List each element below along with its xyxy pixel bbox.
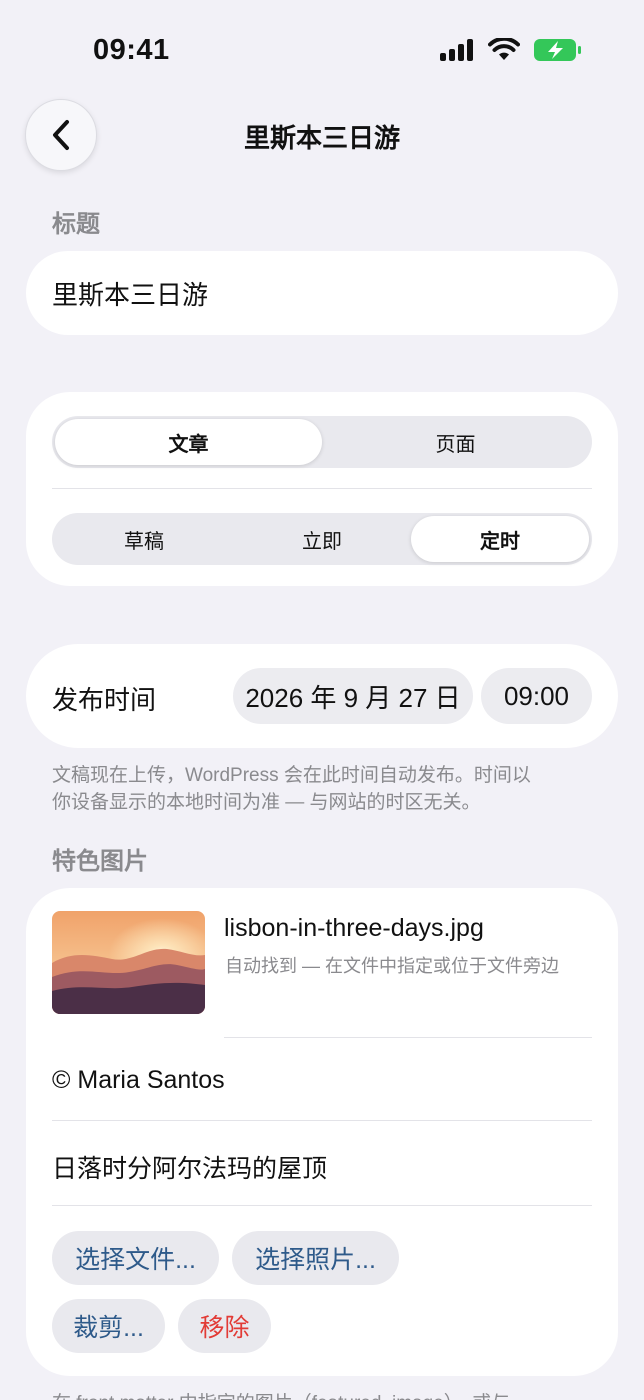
signal-icon	[440, 39, 473, 61]
screen: 09:41 里斯本三日游 标题 里斯本三日游 文章 页面 草稿 立即 定时 发布…	[0, 0, 644, 1400]
time-picker[interactable]: 09:00	[481, 668, 592, 724]
featured-image-card: lisbon-in-three-days.jpg 自动找到 — 在文件中指定或位…	[26, 888, 618, 1376]
status-time: 09:41	[93, 34, 170, 66]
divider	[52, 1205, 592, 1206]
wifi-icon	[488, 38, 520, 60]
title-section-label: 标题	[52, 211, 100, 238]
post-options-card: 文章 页面 草稿 立即 定时	[26, 392, 618, 586]
featured-image-footer-note: 在 front matter 中指定的图片（featured_image），或与	[52, 1388, 510, 1400]
divider	[224, 1037, 592, 1038]
divider	[52, 488, 592, 489]
page-title: 里斯本三日游	[243, 123, 400, 153]
segment-scheduled[interactable]: 定时	[411, 516, 589, 562]
remove-button[interactable]: 移除	[178, 1299, 271, 1353]
featured-image-thumbnail	[52, 911, 205, 1014]
title-field[interactable]: 里斯本三日游	[26, 251, 618, 335]
publish-time-card: 发布时间 2026 年 9 月 27 日 09:00	[26, 644, 618, 748]
choose-file-button[interactable]: 选择文件...	[52, 1231, 219, 1285]
status-icons	[440, 38, 582, 62]
image-credit-field[interactable]: © Maria Santos	[52, 1066, 225, 1095]
publish-note: 文稿现在上传，WordPress 会在此时间自动发布。时间以 你设备显示的本地时…	[52, 762, 592, 816]
featured-image-file-source: 自动找到 — 在文件中指定或位于文件旁边	[225, 956, 560, 976]
featured-image-file-name: lisbon-in-three-days.jpg	[224, 914, 484, 942]
segment-now[interactable]: 立即	[233, 516, 411, 562]
segment-page[interactable]: 页面	[322, 419, 589, 465]
title-field-value: 里斯本三日游	[52, 279, 209, 310]
battery-charging-icon	[534, 39, 581, 61]
featured-image-section-label: 特色图片	[52, 848, 148, 875]
divider	[52, 1120, 592, 1121]
publish-note-line1: 文稿现在上传，WordPress 会在此时间自动发布。时间以	[52, 765, 531, 786]
segment-post[interactable]: 文章	[55, 419, 322, 465]
publish-status-segmented-control: 草稿 立即 定时	[52, 513, 592, 565]
publish-note-line2: 你设备显示的本地时间为准 — 与网站的时区无关。	[52, 792, 481, 813]
post-type-segmented-control: 文章 页面	[52, 416, 592, 468]
crop-button[interactable]: 裁剪...	[52, 1299, 165, 1353]
segment-draft[interactable]: 草稿	[55, 516, 233, 562]
date-picker[interactable]: 2026 年 9 月 27 日	[233, 668, 473, 724]
publish-time-label: 发布时间	[52, 685, 157, 715]
image-caption-field[interactable]: 日落时分阿尔法玛的屋顶	[52, 1149, 327, 1185]
choose-photo-button[interactable]: 选择照片...	[232, 1231, 399, 1285]
